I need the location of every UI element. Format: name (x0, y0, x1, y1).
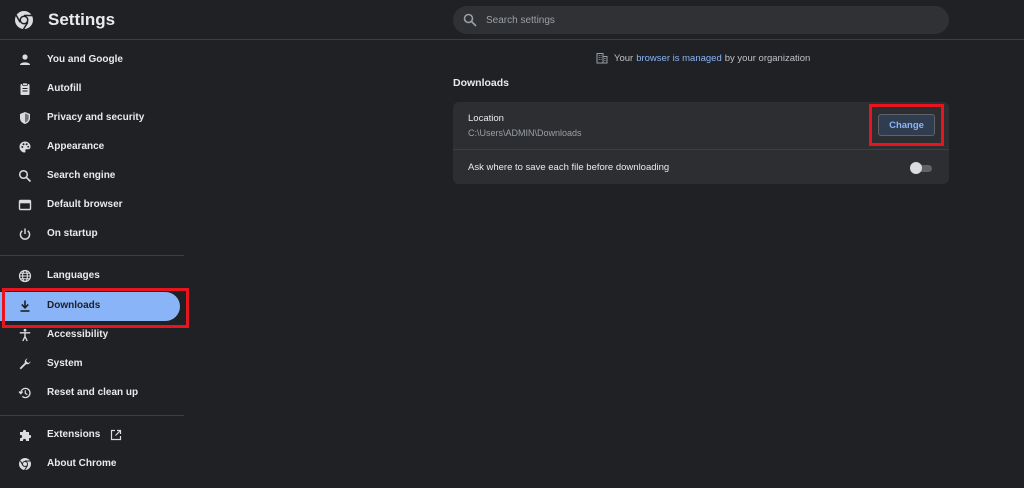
sidebar-item-label: Search engine (47, 170, 116, 181)
accessibility-icon (19, 328, 31, 342)
sidebar-item-downloads[interactable]: Downloads (0, 292, 180, 321)
globe-icon (18, 269, 32, 283)
sidebar-item-label: Downloads (47, 300, 101, 311)
sidebar-item-autofill[interactable]: Autofill (0, 75, 180, 104)
download-icon (20, 300, 30, 312)
toggle-knob (910, 162, 922, 174)
search-input[interactable] (486, 6, 936, 34)
sidebar-divider (0, 255, 184, 256)
managed-banner: Your browser is managed by your organiza… (596, 51, 810, 65)
sidebar-item-label: Autofill (47, 83, 82, 94)
page-title: Settings (48, 10, 116, 29)
palette-icon (19, 141, 31, 153)
sidebar-item-appearance[interactable]: Appearance (0, 133, 180, 162)
section-title: Downloads (453, 77, 510, 89)
sidebar-item-search-engine[interactable]: Search engine (0, 162, 180, 191)
ask-where-to-save-toggle[interactable] (910, 162, 934, 174)
sidebar-item-label: Accessibility (47, 329, 109, 340)
shield-icon (20, 112, 30, 124)
sidebar-item-label: About Chrome (47, 458, 117, 469)
browser-managed-link[interactable]: browser is managed (636, 53, 722, 64)
sidebar-item-label: On startup (47, 228, 98, 239)
building-icon (596, 53, 608, 64)
downloads-card: Location C:\Users\ADMIN\Downloads Change… (453, 102, 949, 184)
location-label: Location (468, 113, 504, 124)
power-icon (19, 228, 31, 240)
sidebar-item-languages[interactable]: Languages (0, 262, 180, 291)
sidebar-item-privacy-and-security[interactable]: Privacy and security (0, 104, 180, 133)
ask-where-to-save-label: Ask where to save each file before downl… (468, 162, 670, 173)
search-box[interactable] (453, 6, 949, 34)
sidebar-item-label: Reset and clean up (47, 387, 139, 398)
managed-suffix: by your organization (724, 52, 811, 64)
sidebar-item-you-and-google[interactable]: You and Google (0, 46, 180, 75)
open-in-new-icon[interactable] (110, 429, 122, 441)
puzzle-icon (20, 429, 32, 441)
search-icon (18, 169, 32, 183)
sidebar-item-on-startup[interactable]: On startup (0, 220, 180, 249)
sidebar-item-label: Appearance (47, 141, 105, 152)
wrench-icon (19, 358, 31, 370)
location-path: C:\Users\ADMIN\Downloads (468, 128, 582, 138)
sidebar-item-label: Default browser (47, 199, 123, 210)
sidebar-item-accessibility[interactable]: Accessibility (0, 321, 180, 350)
sidebar-item-default-browser[interactable]: Default browser (0, 191, 180, 220)
sidebar: You and Google Autofill Privacy and secu… (0, 41, 184, 488)
chrome-logo-icon (15, 11, 33, 30)
sidebar-item-label: Privacy and security (47, 112, 145, 123)
card-divider (453, 149, 949, 150)
top-bar: Settings (0, 0, 1024, 40)
sidebar-item-about-chrome[interactable]: About Chrome (0, 450, 180, 479)
sidebar-item-label: Languages (47, 270, 100, 281)
sidebar-item-extensions[interactable]: Extensions (0, 421, 180, 450)
sidebar-item-label: You and Google (47, 54, 123, 65)
browser-window-icon (18, 199, 32, 211)
sidebar-item-label: Extensions (47, 429, 101, 440)
clipboard-icon (20, 82, 30, 95)
search-icon (463, 13, 477, 27)
sidebar-item-reset-and-clean-up[interactable]: Reset and clean up (0, 379, 180, 408)
sidebar-item-label: System (47, 358, 83, 369)
sidebar-item-system[interactable]: System (0, 350, 180, 379)
managed-prefix: Your (614, 52, 634, 64)
sidebar-divider (0, 415, 184, 416)
change-location-button[interactable]: Change (878, 114, 935, 136)
chrome-icon (19, 458, 31, 471)
history-icon (18, 387, 31, 399)
person-icon (20, 54, 30, 65)
